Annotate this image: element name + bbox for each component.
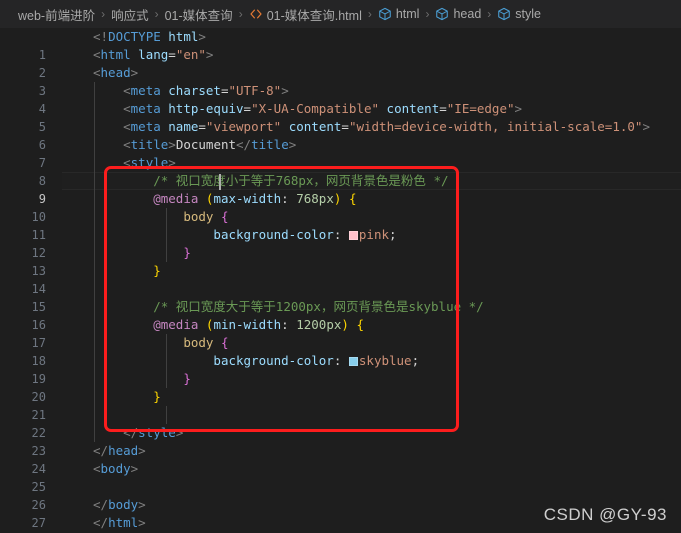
code-line[interactable]: 25 <body>	[0, 460, 681, 494]
code-line[interactable]: 19 background-color: skyblue;	[0, 352, 681, 386]
code-text: body {	[183, 335, 229, 350]
indent-guide	[94, 406, 95, 424]
breadcrumb-item-symbol-head[interactable]: head	[435, 7, 481, 21]
code-line-active[interactable]: 9 /* 视口宽度小于等于768px，网页背景色是粉色 */	[0, 172, 681, 206]
indent-guide	[166, 406, 167, 424]
breadcrumb-item-folder-web[interactable]: web-前端进阶	[18, 5, 95, 24]
code-text: }	[153, 389, 161, 404]
code-text: </style>	[123, 425, 184, 440]
code-text: }	[183, 371, 191, 386]
breadcrumb-label: 01-媒体查询	[164, 8, 233, 23]
breadcrumb-separator: ›	[487, 7, 492, 21]
breadcrumb-separator: ›	[101, 7, 106, 21]
breadcrumb-label: 01-媒体查询.html	[266, 8, 362, 23]
color-swatch-skyblue[interactable]	[348, 357, 358, 366]
code-line[interactable]: 16 /* 视口宽度大于等于1200px，网页背景色是skyblue */	[0, 298, 681, 332]
code-text: /* 视口宽度小于等于768px，网页背景色是粉色 */	[153, 173, 449, 188]
breadcrumb-item-folder-responsive[interactable]: 响应式	[111, 5, 149, 24]
code-line[interactable]: 3 <head>	[0, 64, 681, 98]
code-line[interactable]: 10 @media (max-width: 768px) {	[0, 190, 681, 224]
breadcrumb-label: 响应式	[111, 8, 149, 23]
code-text: </html>	[93, 515, 146, 530]
code-text: @media (min-width: 1200px) {	[153, 317, 364, 332]
code-line[interactable]: 17 @media (min-width: 1200px) {	[0, 316, 681, 350]
code-text: }	[153, 263, 161, 278]
breadcrumb-separator: ›	[425, 7, 430, 21]
code-line[interactable]: 21 }	[0, 388, 681, 422]
breadcrumb-separator: ›	[238, 7, 243, 21]
html-file-icon	[249, 7, 263, 21]
code-line[interactable]: 14 }	[0, 262, 681, 296]
breadcrumb-label: head	[453, 7, 482, 21]
symbol-module-icon	[497, 7, 511, 21]
breadcrumb-item-folder-media-query[interactable]: 01-媒体查询	[165, 5, 233, 24]
code-line[interactable]: 24 </head>	[0, 442, 681, 476]
code-line[interactable]: 6 <meta name="viewport" content="width=d…	[0, 118, 681, 152]
code-text: @media (max-width: 768px) {	[153, 191, 357, 206]
code-text: <meta name="viewport" content="width=dev…	[123, 119, 650, 134]
code-line[interactable]: 5 <meta http-equiv="X-UA-Compatible" con…	[0, 100, 681, 134]
code-editor[interactable]: 1 <!DOCTYPE html> 2 <html lang="en"> 3 <…	[0, 28, 681, 533]
code-line[interactable]: 22	[0, 406, 681, 440]
indent-guide	[94, 280, 95, 298]
code-text: <title>Document</title>	[123, 137, 297, 152]
breadcrumb-label: html	[395, 7, 420, 21]
code-line[interactable]: 4 <meta charset="UTF-8">	[0, 82, 681, 116]
breadcrumb-separator: ›	[154, 7, 159, 21]
code-text: }	[183, 245, 191, 260]
code-line[interactable]: 18 body {	[0, 334, 681, 368]
code-text: <meta http-equiv="X-UA-Compatible" conte…	[123, 101, 523, 116]
code-line[interactable]: 15	[0, 280, 681, 314]
text-caret	[219, 174, 221, 190]
code-text: <meta charset="UTF-8">	[123, 83, 289, 98]
code-text: background-color: pink;	[213, 227, 397, 242]
breadcrumb-label: style	[515, 7, 541, 21]
code-line[interactable]: 13 }	[0, 244, 681, 278]
breadcrumb-label: web-前端进阶	[18, 8, 96, 23]
code-line[interactable]: 23 </style>	[0, 424, 681, 458]
symbol-module-icon	[378, 7, 392, 21]
breadcrumb-item-symbol-html[interactable]: html	[378, 7, 420, 21]
code-line[interactable]: 26	[0, 478, 681, 512]
code-text: <head>	[93, 65, 139, 80]
code-text: <html lang="en">	[93, 47, 214, 62]
code-line[interactable]: 20 }	[0, 370, 681, 404]
code-text: <!DOCTYPE html>	[93, 29, 206, 44]
code-text: </body>	[93, 497, 146, 512]
code-text: <style>	[123, 155, 176, 170]
code-line[interactable]: 1 <!DOCTYPE html>	[0, 28, 681, 62]
code-text: body {	[183, 209, 229, 224]
breadcrumb-separator: ›	[367, 7, 372, 21]
breadcrumb-item-symbol-style[interactable]: style	[497, 7, 541, 21]
code-line[interactable]: 12 background-color: pink;	[0, 226, 681, 260]
color-swatch-pink[interactable]	[348, 231, 358, 240]
code-text: background-color: skyblue;	[213, 353, 420, 368]
breadcrumb-item-file-html[interactable]: 01-媒体查询.html	[249, 5, 362, 24]
code-line[interactable]: 7 <title>Document</title>	[0, 136, 681, 170]
code-text: </head>	[93, 443, 146, 458]
code-text: /* 视口宽度大于等于1200px，网页背景色是skyblue */	[153, 299, 484, 314]
breadcrumb[interactable]: web-前端进阶 › 响应式 › 01-媒体查询 › 01-媒体查询.html …	[0, 0, 681, 28]
code-text: <body>	[93, 461, 139, 476]
code-line[interactable]: 11 body {	[0, 208, 681, 242]
code-line[interactable]: 2 <html lang="en">	[0, 46, 681, 80]
watermark: CSDN @GY-93	[543, 505, 667, 524]
symbol-module-icon	[435, 7, 449, 21]
code-line[interactable]: 8 <style>	[0, 154, 681, 188]
